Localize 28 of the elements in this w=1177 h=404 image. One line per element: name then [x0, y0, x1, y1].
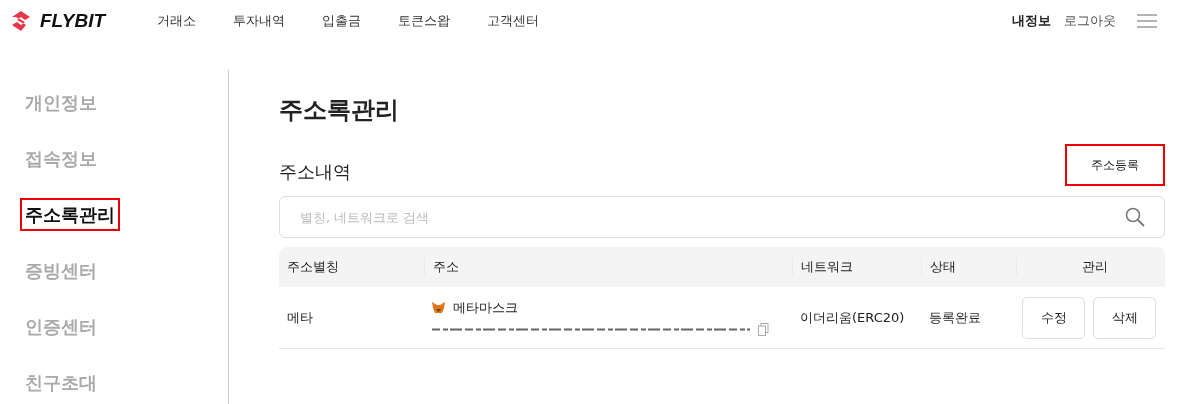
fox-icon	[432, 302, 445, 314]
edit-button[interactable]: 수정	[1022, 296, 1085, 339]
nav-link[interactable]: 거래소	[157, 12, 196, 30]
delete-button[interactable]: 삭제	[1093, 296, 1156, 339]
my-info-link[interactable]: 내정보	[1012, 12, 1051, 30]
column-header: 네트워크	[792, 258, 921, 276]
page-title: 주소록관리	[279, 95, 400, 126]
menu-icon[interactable]	[1137, 14, 1157, 28]
search-icon[interactable]	[1125, 207, 1145, 227]
column-header: 관리	[1016, 258, 1164, 276]
wallet-name: 메타마스크	[453, 299, 518, 317]
logout-link[interactable]: 로그아웃	[1064, 12, 1116, 30]
sidebar-item[interactable]: 주소록관리	[20, 198, 120, 231]
column-header: 주소	[424, 258, 792, 276]
nav-link[interactable]: 투자내역	[233, 12, 285, 30]
copy-icon[interactable]	[758, 323, 769, 336]
nav-link[interactable]: 입출금	[322, 12, 361, 30]
table-cell-text: 등록완료	[928, 308, 982, 327]
section-title: 주소내역	[279, 160, 351, 184]
logo-text[interactable]: FLYBIT	[40, 10, 106, 32]
table-cell-text: 메타	[286, 308, 314, 327]
column-header: 상태	[921, 258, 1016, 276]
nav-link[interactable]: 토큰스왑	[398, 12, 450, 30]
search-field[interactable]: 별칭, 네트워크로 검색	[279, 196, 1165, 238]
register-button[interactable]: 주소등록	[1065, 144, 1165, 186]
column-header: 주소별칭	[286, 258, 340, 276]
table-cell-text: 이더리움(ERC20)	[799, 308, 906, 327]
nav-link[interactable]: 고객센터	[487, 12, 539, 30]
